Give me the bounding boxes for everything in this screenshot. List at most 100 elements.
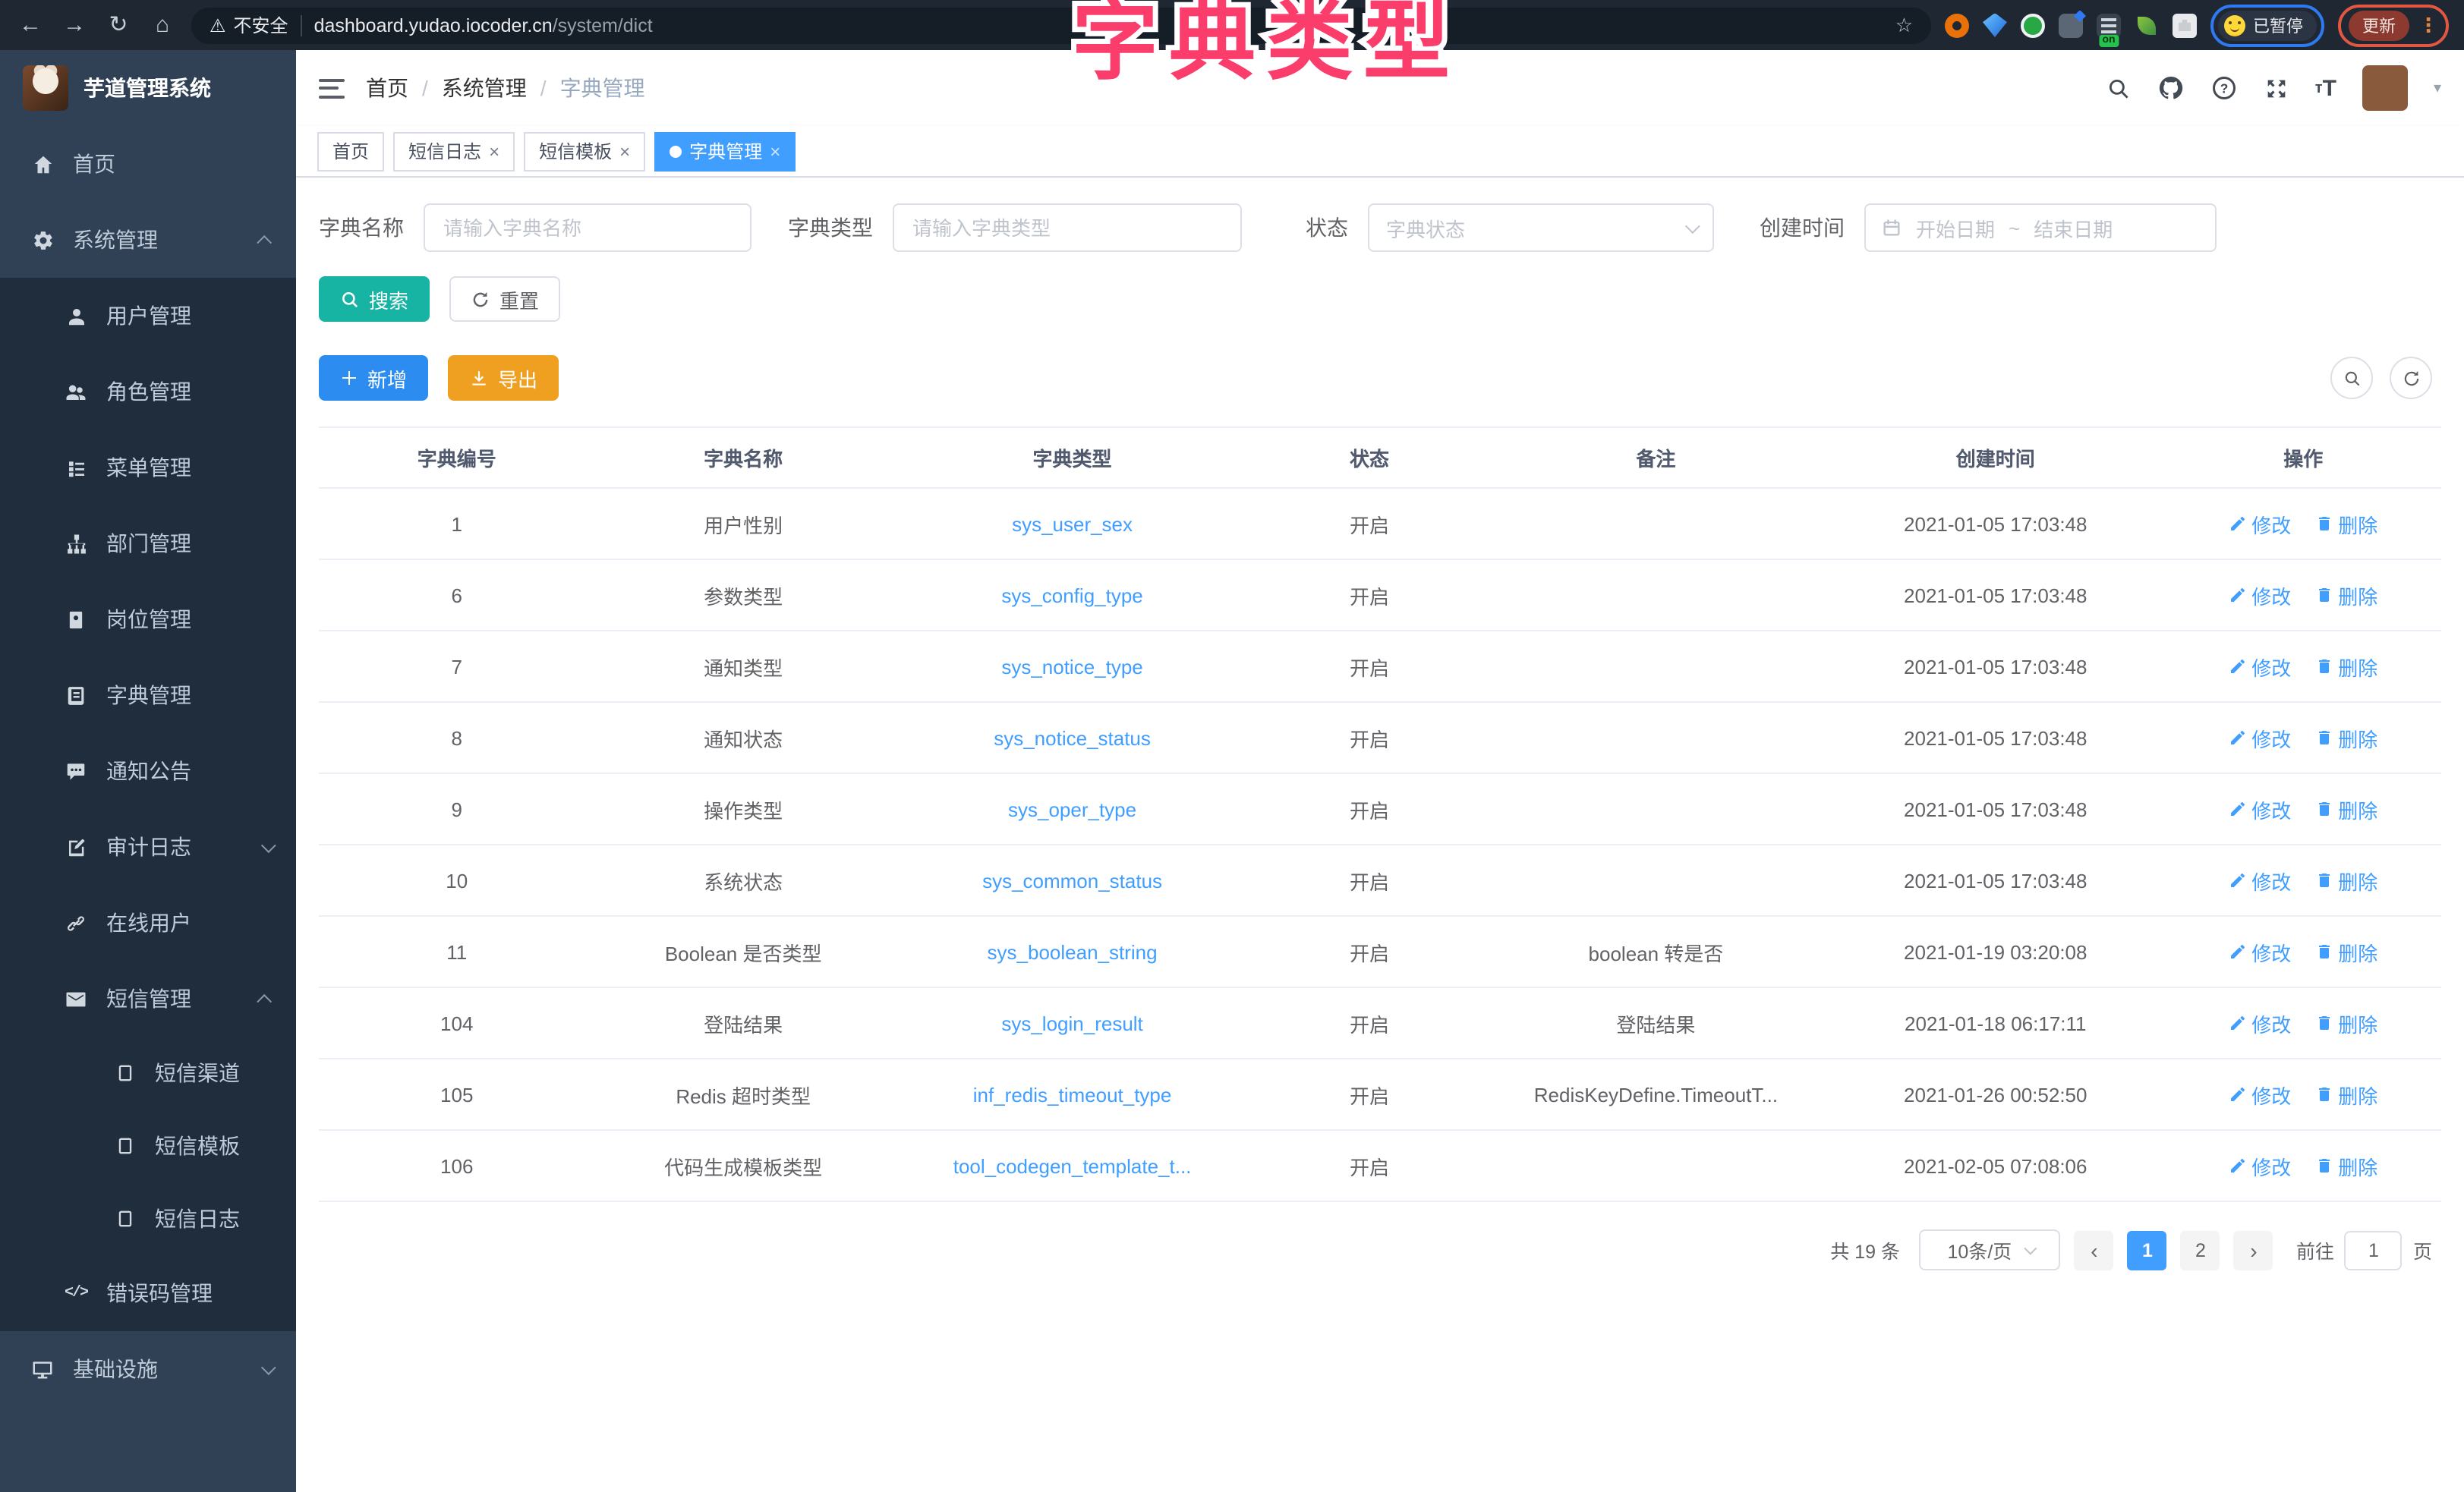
delete-link[interactable]: 删除 [2315, 937, 2377, 966]
close-icon[interactable]: × [619, 142, 630, 160]
sidebar-item[interactable]: 短信模板 [0, 1110, 296, 1182]
delete-link[interactable]: 删除 [2315, 581, 2377, 609]
app-logo[interactable]: 芋道管理系统 [0, 50, 296, 126]
goto-page-input[interactable] [2345, 1230, 2403, 1270]
extension-icon[interactable] [2059, 13, 2083, 37]
sidebar-item[interactable]: 通知公告 [0, 733, 296, 809]
dict-type-link[interactable]: inf_redis_timeout_type [892, 1059, 1252, 1130]
dict-type-link[interactable]: sys_notice_type [892, 631, 1252, 702]
dict-type-link[interactable]: sys_config_type [892, 559, 1252, 631]
sidebar-item[interactable]: 短信渠道 [0, 1037, 296, 1110]
hamburger-icon[interactable] [319, 78, 345, 98]
date-range-picker[interactable]: 开始日期 ~ 结束日期 [1864, 203, 2217, 252]
extension-icon[interactable] [2021, 13, 2045, 37]
breadcrumb-system[interactable]: 系统管理 [442, 73, 527, 103]
sidebar-item[interactable]: 短信日志 [0, 1182, 296, 1255]
next-page-button[interactable]: › [2234, 1230, 2273, 1270]
extensions-puzzle-icon[interactable] [2173, 13, 2197, 37]
browser-menu-icon[interactable]: ⋮ [2418, 13, 2438, 37]
forward-icon[interactable]: → [59, 14, 90, 36]
extension-icon[interactable] [2135, 13, 2159, 37]
view-tab[interactable]: 短信日志 × [393, 131, 515, 171]
sidebar-item[interactable]: 字典管理 [0, 657, 296, 733]
bookmark-star-icon[interactable]: ☆ [1895, 13, 1913, 37]
edit-link[interactable]: 修改 [2229, 723, 2291, 752]
top-header: 首页 / 系统管理 / 字典管理 ? [296, 50, 2464, 126]
chevron-down-icon[interactable]: ▾ [2434, 80, 2441, 96]
sidebar-item[interactable]: 角色管理 [0, 354, 296, 430]
dict-type-link[interactable]: sys_user_sex [892, 488, 1252, 559]
sidebar-item[interactable]: 菜单管理 [0, 430, 296, 505]
dict-type-input[interactable] [893, 203, 1242, 252]
table-refresh-icon[interactable] [2390, 357, 2432, 399]
dict-type-link[interactable]: sys_login_result [892, 987, 1252, 1059]
page-number-button[interactable]: 1 [2128, 1230, 2167, 1270]
dict-type-link[interactable]: sys_boolean_string [892, 916, 1252, 987]
delete-link[interactable]: 删除 [2315, 795, 2377, 823]
help-icon[interactable]: ? [2210, 74, 2238, 102]
sidebar-item[interactable]: 用户管理 [0, 278, 296, 354]
edit-link[interactable]: 修改 [2229, 866, 2291, 895]
sidebar-item[interactable]: 在线用户 [0, 885, 296, 961]
view-tab[interactable]: 首页 × [317, 131, 384, 171]
edit-link[interactable]: 修改 [2229, 1009, 2291, 1037]
view-tab[interactable]: 短信模板 × [524, 131, 645, 171]
delete-link[interactable]: 删除 [2315, 723, 2377, 752]
page-number-button[interactable]: 2 [2181, 1230, 2220, 1270]
reset-button[interactable]: 重置 [449, 276, 560, 322]
add-button[interactable]: 新增 [319, 355, 428, 401]
edit-link[interactable]: 修改 [2229, 509, 2291, 538]
user-avatar[interactable] [2362, 65, 2408, 111]
chrome-update-button[interactable]: 更新 [2349, 10, 2409, 40]
dict-type-link[interactable]: sys_notice_status [892, 702, 1252, 773]
edit-link[interactable]: 修改 [2229, 1080, 2291, 1109]
edit-link[interactable]: 修改 [2229, 581, 2291, 609]
delete-link[interactable]: 删除 [2315, 1080, 2377, 1109]
dict-type-link[interactable]: tool_codegen_template_t... [892, 1130, 1252, 1201]
sidebar-item[interactable]: 首页 [0, 126, 296, 202]
delete-link[interactable]: 删除 [2315, 866, 2377, 895]
profile-paused-badge[interactable]: 已暂停 [2218, 10, 2317, 40]
sidebar-item[interactable]: 审计日志 [0, 809, 296, 885]
dict-type-link[interactable]: sys_common_status [892, 845, 1252, 916]
sidebar-item[interactable]: </> 错误码管理 [0, 1255, 296, 1331]
address-bar[interactable]: ⚠不安全 dashboard.yudao.iocoder.cn/system/d… [191, 7, 1931, 43]
home-icon[interactable]: ⌂ [147, 14, 178, 36]
extension-icon[interactable] [1983, 13, 2007, 37]
extension-icon[interactable]: on [2097, 13, 2121, 37]
sidebar-item[interactable]: 系统管理 [0, 202, 296, 278]
fullscreen-icon[interactable] [2264, 75, 2289, 101]
sidebar-item[interactable]: 岗位管理 [0, 581, 296, 657]
sidebar-item[interactable]: 基础设施 [0, 1331, 296, 1407]
close-icon[interactable]: × [770, 142, 780, 160]
dict-type-link[interactable]: sys_oper_type [892, 773, 1252, 845]
sidebar-item[interactable]: 部门管理 [0, 505, 296, 581]
page-size-select[interactable]: 10条/页 [1920, 1229, 2061, 1270]
export-button[interactable]: 导出 [448, 355, 559, 401]
search-button[interactable]: 搜索 [319, 276, 430, 322]
edit-link[interactable]: 修改 [2229, 937, 2291, 966]
prev-page-button[interactable]: ‹ [2075, 1230, 2114, 1270]
table-search-icon[interactable] [2330, 357, 2373, 399]
edit-link[interactable]: 修改 [2229, 1151, 2291, 1180]
close-icon[interactable]: × [489, 142, 499, 160]
dict-name-input[interactable] [424, 203, 751, 252]
delete-link[interactable]: 删除 [2315, 509, 2377, 538]
breadcrumb-home[interactable]: 首页 [366, 73, 408, 103]
font-size-icon[interactable]: тT [2315, 75, 2336, 101]
sms-icon [62, 987, 90, 1010]
github-icon[interactable] [2157, 74, 2185, 102]
view-tab[interactable]: 字典管理 × [654, 131, 796, 171]
delete-link[interactable]: 删除 [2315, 652, 2377, 681]
back-icon[interactable]: ← [15, 14, 46, 36]
edit-link[interactable]: 修改 [2229, 652, 2291, 681]
security-warning[interactable]: ⚠不安全 [210, 12, 288, 38]
sidebar-item[interactable]: 短信管理 [0, 961, 296, 1037]
status-select[interactable]: 字典状态 [1368, 203, 1714, 252]
extension-icon[interactable] [1945, 13, 1969, 37]
edit-link[interactable]: 修改 [2229, 795, 2291, 823]
delete-link[interactable]: 删除 [2315, 1009, 2377, 1037]
delete-link[interactable]: 删除 [2315, 1151, 2377, 1180]
reload-icon[interactable]: ↻ [103, 14, 134, 36]
search-icon[interactable] [2106, 75, 2132, 101]
